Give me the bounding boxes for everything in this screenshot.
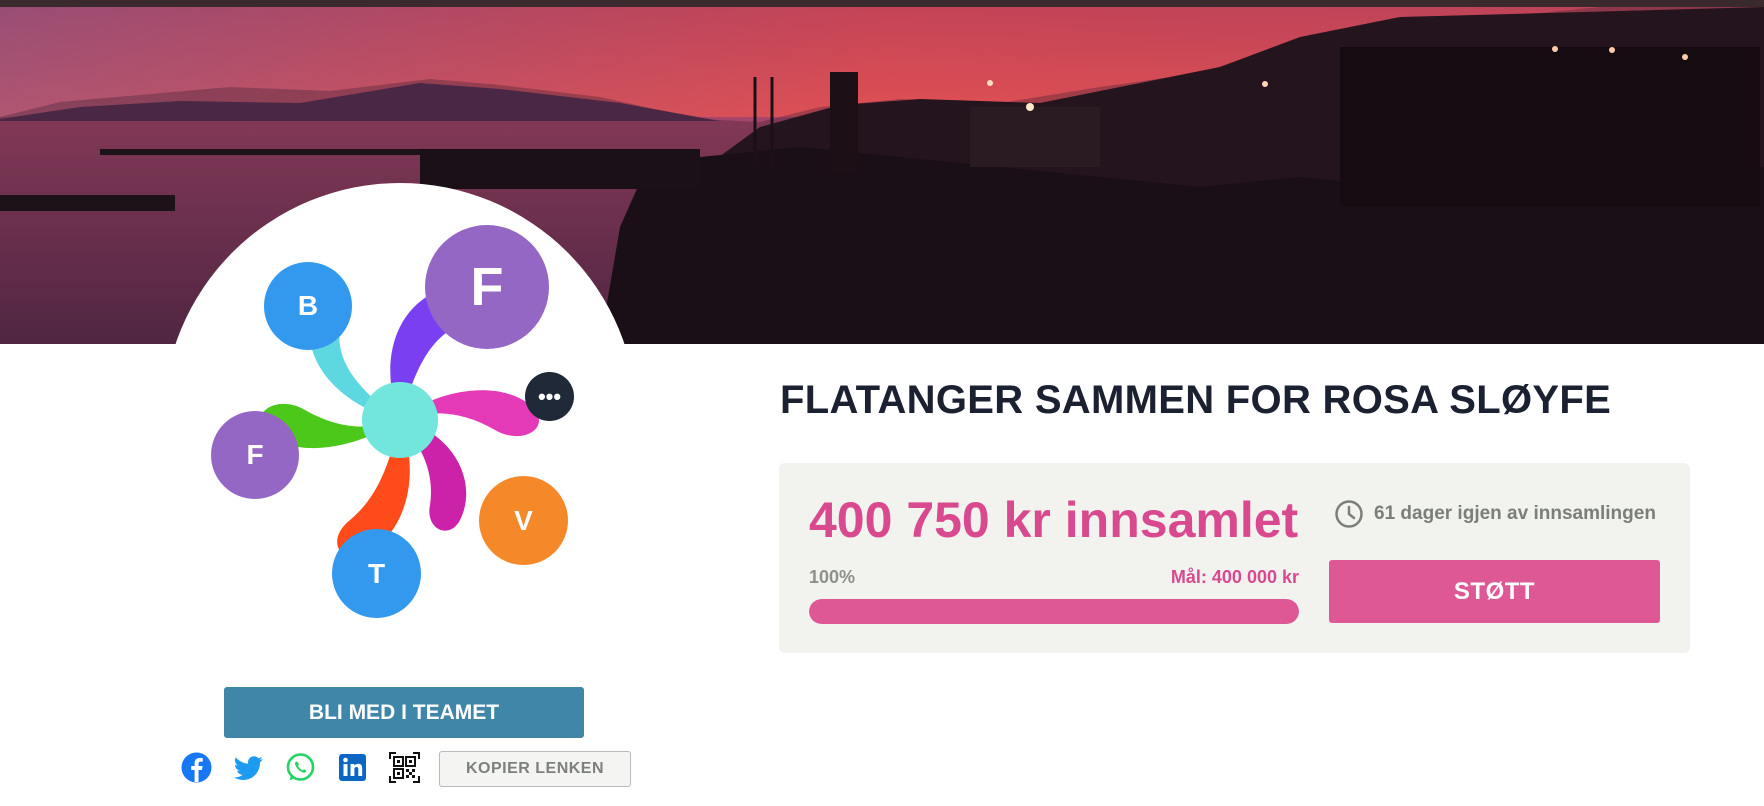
copy-link-button[interactable]: KOPIER LENKEN bbox=[439, 751, 631, 787]
team-member-avatar[interactable]: T bbox=[332, 529, 421, 618]
linkedin-icon[interactable] bbox=[336, 751, 369, 784]
days-remaining-text: 61 dager igjen av innsamlingen bbox=[1374, 503, 1656, 524]
team-member-avatar[interactable]: F bbox=[425, 225, 549, 349]
facebook-icon[interactable] bbox=[180, 751, 213, 784]
member-initial: F bbox=[246, 439, 264, 470]
member-initial: V bbox=[514, 504, 533, 536]
whatsapp-icon[interactable] bbox=[284, 751, 317, 784]
support-button[interactable]: STØTT bbox=[1329, 560, 1660, 623]
more-dots-icon: ••• bbox=[537, 383, 562, 409]
amount-raised: 400 750 kr innsamlet bbox=[809, 492, 1299, 548]
member-initial: F bbox=[470, 257, 504, 317]
clock-icon bbox=[1335, 500, 1363, 528]
member-initial: T bbox=[367, 557, 386, 589]
more-members-button[interactable]: ••• bbox=[525, 372, 574, 421]
join-team-button[interactable]: BLI MED I TEAMET bbox=[224, 687, 584, 738]
team-member-avatar[interactable]: B bbox=[264, 262, 352, 350]
fundraising-card: 400 750 kr innsamlet 61 dager igjen av i… bbox=[779, 463, 1690, 653]
goal-amount: Mål: 400 000 kr bbox=[1170, 567, 1299, 587]
team-member-avatar[interactable]: V bbox=[479, 476, 568, 565]
twitter-icon[interactable] bbox=[232, 751, 265, 784]
campaign-title: FLATANGER SAMMEN FOR ROSA SLØYFE bbox=[780, 378, 1612, 422]
member-initial: B bbox=[297, 290, 319, 321]
top-bar bbox=[0, 0, 1764, 7]
team-member-avatar[interactable]: F bbox=[211, 411, 299, 499]
progress-percent: 100% bbox=[809, 567, 856, 587]
days-remaining: 61 dager igjen av innsamlingen bbox=[1334, 499, 1656, 529]
progress-bar bbox=[809, 599, 1299, 624]
progress-bar-fill bbox=[809, 599, 1299, 624]
qr-code-icon[interactable] bbox=[388, 751, 421, 784]
